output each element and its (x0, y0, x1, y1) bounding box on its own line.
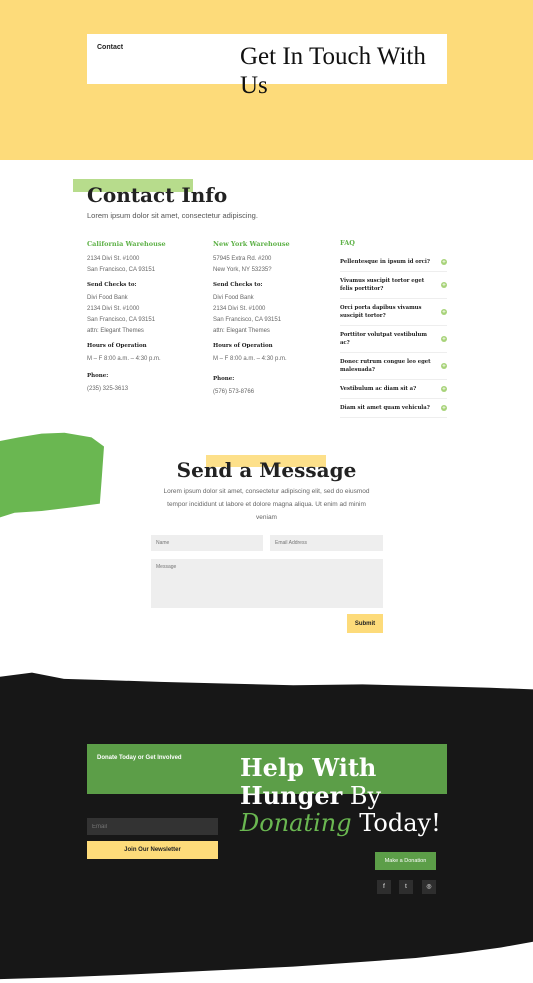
checks-label: Send Checks to: (87, 282, 137, 288)
hours-value: M – F 8:00 a.m. – 4:30 p.m. (87, 356, 161, 362)
instagram-icon[interactable]: ◎ (422, 880, 436, 894)
faq-question: Diam sit amet quam vehicula? (340, 405, 430, 411)
faq-question: Vivamus suscipit tortor eget felis portt… (340, 278, 425, 292)
faq-item[interactable]: Vestibulum ac diam sit a? + (340, 380, 447, 399)
checks-line: Divi Food Bank (213, 295, 254, 301)
new-york-heading: New York Warehouse (213, 240, 290, 248)
email-field[interactable] (270, 535, 383, 551)
address-line: New York, NY 53235? (213, 267, 272, 273)
checks-line: 2134 Divi St. #1000 (213, 306, 266, 312)
send-message-text: Lorem ipsum dolor sit amet, consectetur … (163, 488, 370, 521)
faq-item[interactable]: Diam sit amet quam vehicula? + (340, 399, 447, 418)
faq-section: FAQ Pellentesque in ipsum id orci? + Viva… (340, 239, 447, 418)
contact-info-subtitle: Lorem ipsum dolor sit amet, consectetur … (87, 211, 258, 220)
checks-label: Send Checks to: (213, 282, 263, 288)
faq-question: Vestibulum ac diam sit a? (340, 386, 417, 392)
faq-item[interactable]: Pellentesque in ipsum id orci? + (340, 253, 447, 272)
phone-label: Phone: (213, 376, 235, 382)
faq-item[interactable]: Orci porta dapibus vivamus suscipit tort… (340, 299, 447, 326)
page-title: Get In Touch With Us (240, 43, 426, 99)
contact-info-title: Contact Info (87, 183, 228, 207)
checks-line: San Francisco, CA 93151 (87, 317, 156, 323)
checks-line: Divi Food Bank (87, 295, 128, 301)
california-heading: California Warehouse (87, 240, 166, 248)
title-part: Donating (240, 809, 352, 837)
title-part: Help With (240, 753, 377, 782)
send-message-title: Send a Message (176, 458, 357, 482)
twitter-icon[interactable]: t (399, 880, 413, 894)
california-warehouse-column: California Warehouse 2134 Divi St. #1000… (87, 239, 202, 395)
address-line: 57945 Extra Rd. #200 (213, 256, 272, 262)
plus-icon: + (441, 259, 447, 265)
title-part: Hunger (240, 781, 343, 810)
phone-label: Phone: (87, 373, 109, 379)
title-part: By (349, 782, 382, 810)
footer-title: Help With Hunger By Donating Today! (240, 754, 450, 837)
plus-icon: + (441, 309, 447, 315)
title-part: Today! (359, 809, 441, 837)
faq-title: FAQ (340, 239, 355, 247)
phone-value[interactable]: (235) 325-3613 (87, 384, 202, 395)
address-line: 2134 Divi St. #1000 (87, 256, 140, 262)
checks-line: attn: Elegant Themes (213, 328, 270, 334)
facebook-icon[interactable]: f (377, 880, 391, 894)
faq-question: Porttitor volutpat vestibulum ac? (340, 332, 427, 346)
faq-item[interactable]: Donec rutrum congue leo eget malesuada? + (340, 353, 447, 380)
faq-item[interactable]: Vivamus suscipit tortor eget felis portt… (340, 272, 447, 299)
message-field[interactable] (151, 559, 383, 608)
checks-line: San Francisco, CA 93151 (213, 317, 282, 323)
hours-label: Hours of Operation (213, 343, 273, 349)
new-york-warehouse-column: New York Warehouse 57945 Extra Rd. #200 … (213, 239, 328, 398)
submit-button[interactable]: Submit (347, 614, 383, 633)
faq-question: Orci porta dapibus vivamus suscipit tort… (340, 305, 422, 319)
plus-icon: + (441, 405, 447, 411)
checks-line: 2134 Divi St. #1000 (87, 306, 140, 312)
phone-value[interactable]: (576) 573-8766 (213, 387, 328, 398)
faq-question: Pellentesque in ipsum id orci? (340, 259, 430, 265)
donate-tag: Donate Today or Get Involved (97, 755, 182, 761)
make-donation-button[interactable]: Make a Donation (375, 852, 436, 870)
plus-icon: + (441, 363, 447, 369)
plus-icon: + (441, 386, 447, 392)
hours-label: Hours of Operation (87, 343, 147, 349)
faq-question: Donec rutrum congue leo eget malesuada? (340, 359, 431, 373)
checks-line: attn: Elegant Themes (87, 328, 144, 334)
hours-value: M – F 8:00 a.m. – 4:30 p.m. (213, 356, 287, 362)
name-field[interactable] (151, 535, 263, 551)
address-line: San Francisco, CA 93151 (87, 267, 156, 273)
newsletter-email-input[interactable] (87, 818, 218, 835)
plus-icon: + (441, 336, 447, 342)
hero-tag: Contact (97, 44, 124, 51)
plus-icon: + (441, 282, 447, 288)
join-newsletter-button[interactable]: Join Our Newsletter (87, 841, 218, 859)
faq-item[interactable]: Porttitor volutpat vestibulum ac? + (340, 326, 447, 353)
